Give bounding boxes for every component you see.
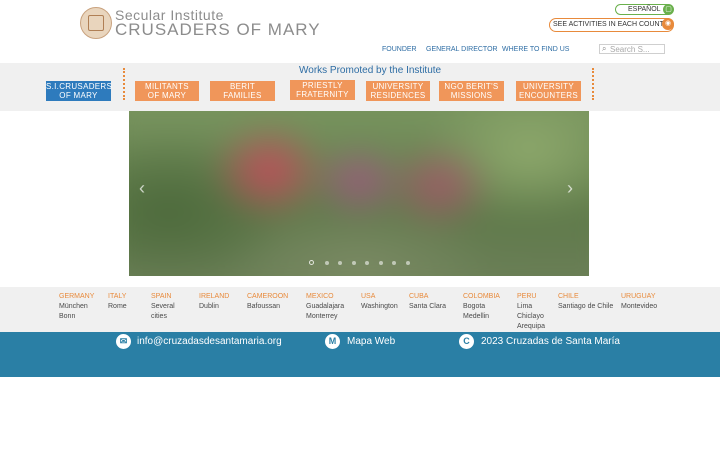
city[interactable]: Santiago de Chile [558,303,613,310]
country-colombia[interactable]: COLOMBIA [463,293,500,300]
button-label: MISSIONS [450,91,493,100]
button-label: RESIDENCES [370,91,426,100]
button-label: ENCOUNTERS [518,91,578,100]
work-button-university-residences[interactable]: UNIVERSITY RESIDENCES [366,81,430,101]
works-title: Works Promoted by the Institute [299,65,442,76]
language-globe-icon[interactable]: ▢ [663,4,674,15]
work-button-ngo-berit-missions[interactable]: NGO BERIT'S MISSIONS [439,81,504,101]
city[interactable]: Dublin [199,303,219,310]
search-input[interactable] [610,44,664,54]
footer-copyright: 2023 Cruzadas de Santa María [481,336,620,347]
button-label: S.I.CRUSADERS [46,82,113,91]
button-label: BERIT [229,82,256,91]
country-italy[interactable]: ITALY [108,293,126,300]
image-slider[interactable] [129,111,589,276]
country-peru[interactable]: PERU [517,293,536,300]
city[interactable]: Guadalajara [306,303,344,310]
city[interactable]: Washington [361,303,398,310]
logo-title[interactable]: CRUSADERS OF MARY [115,20,321,40]
button-label: OF MARY [59,91,98,100]
city[interactable]: Lima [517,303,532,310]
activities-by-country-button[interactable]: SEE ACTIVITIES IN EACH COUNTRY [549,18,674,32]
footer-email-link[interactable]: info@cruzadasdesantamaria.org [137,336,282,347]
slider-prev-arrow-icon[interactable]: ‹ [139,178,145,198]
slider-next-arrow-icon[interactable]: › [567,178,573,198]
slider-dot[interactable] [379,261,383,265]
logo-emblem-icon[interactable] [80,7,112,39]
button-label: UNIVERSITY [522,82,574,91]
search-icon: ⌕ [602,44,607,53]
slider-dot[interactable] [392,261,396,265]
city[interactable]: Rome [108,303,127,310]
location-pin-icon[interactable]: ◉ [662,18,674,30]
sitemap-icon[interactable]: M [325,334,340,349]
button-label: FRATERNITY [296,90,349,99]
country-mexico[interactable]: MEXICO [306,293,334,300]
slider-dot[interactable] [309,260,314,265]
button-label: UNIVERSITY [372,82,424,91]
country-ireland[interactable]: IRELAND [199,293,229,300]
city[interactable]: Montevideo [621,303,657,310]
city[interactable]: cities [151,313,167,320]
country-cuba[interactable]: CUBA [409,293,428,300]
city[interactable]: Bogota [463,303,485,310]
country-cameroon[interactable]: CAMEROON [247,293,288,300]
footer-sitemap-link[interactable]: Mapa Web [347,336,395,347]
work-button-crusaders[interactable]: S.I.CRUSADERS OF MARY [46,81,113,101]
country-uruguay[interactable]: URUGUAY [621,293,655,300]
city[interactable]: Medellin [463,313,489,320]
button-label: MILITANTS [145,82,189,91]
city[interactable]: Chiclayo [517,313,544,320]
mail-icon[interactable]: ✉ [116,334,131,349]
work-button-berit-families[interactable]: BERIT FAMILIES [210,81,275,101]
nav-where-to-find-us[interactable]: WHERE TO FIND US [502,46,569,53]
slider-dot[interactable] [406,261,410,265]
city[interactable]: Bonn [59,313,75,320]
divider [592,68,594,100]
slider-dot[interactable] [325,261,329,265]
slider-dot[interactable] [352,261,356,265]
divider [123,68,125,100]
work-button-university-encounters[interactable]: UNIVERSITY ENCOUNTERS [516,81,581,101]
city[interactable]: München [59,303,88,310]
city[interactable]: Several [151,303,175,310]
country-chile[interactable]: CHILE [558,293,579,300]
work-button-militants[interactable]: MILITANTS OF MARY [135,81,199,101]
city[interactable]: Arequipa [517,323,545,330]
button-label: OF MARY [147,91,187,100]
slider-photo [129,111,589,276]
slider-dot[interactable] [338,261,342,265]
copyright-icon: C [459,334,474,349]
button-label: FAMILIES [223,91,262,100]
work-button-priestly-fraternity[interactable]: PRIESTLY FRATERNITY [290,80,355,100]
button-label: PRIESTLY [302,81,343,90]
city[interactable]: Bafoussan [247,303,280,310]
country-germany[interactable]: GERMANY [59,293,94,300]
nav-founder[interactable]: FOUNDER [382,46,417,53]
country-spain[interactable]: SPAIN [151,293,172,300]
city[interactable]: Monterrey [306,313,338,320]
button-label: NGO BERIT'S [444,82,499,91]
country-usa[interactable]: USA [361,293,375,300]
city[interactable]: Santa Clara [409,303,446,310]
slider-dot[interactable] [365,261,369,265]
nav-general-director[interactable]: GENERAL DIRECTOR [426,46,498,53]
